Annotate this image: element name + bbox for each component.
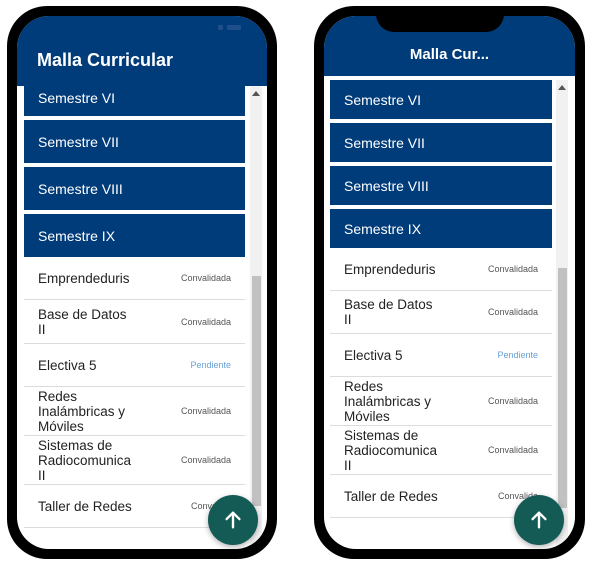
semester-header[interactable]: Semestre VIII — [330, 166, 552, 205]
semester-list: Semestre VI Semestre VII Semestre VIII S… — [24, 86, 245, 528]
scroll-up-icon[interactable] — [252, 91, 260, 96]
scroll-thumb[interactable] — [252, 276, 261, 506]
app-bar: Malla Curricular — [17, 16, 267, 86]
course-status: Convalidada — [180, 406, 231, 416]
semester-header[interactable]: Semestre VII — [330, 123, 552, 162]
semester-header[interactable]: Semestre VI — [24, 86, 245, 116]
course-name: Electiva 5 — [38, 357, 97, 373]
course-status: Pendiente — [190, 360, 231, 370]
course-row[interactable]: Electiva 5 Pendiente — [24, 344, 245, 387]
course-status: Convalidada — [487, 307, 538, 317]
page-title: Malla Cur... — [409, 46, 490, 63]
course-row[interactable]: Sistemas de Radiocomunica II Convalidada — [24, 436, 245, 485]
course-row[interactable]: Electiva 5 Pendiente — [330, 334, 552, 377]
course-name: Redes Inalámbricas y Móviles — [344, 378, 432, 424]
scrollbar[interactable] — [250, 86, 262, 549]
screen-right: Malla Cur... Semestre VI Semestre VII Se… — [324, 16, 575, 549]
arrow-up-icon — [225, 511, 241, 529]
course-name: Emprendeduris — [344, 261, 436, 277]
course-name: Emprendeduris — [38, 270, 130, 286]
course-status: Convalidada — [180, 455, 231, 465]
signal-icon — [218, 25, 223, 30]
battery-icon — [227, 25, 241, 30]
course-row[interactable]: Sistemas de Radiocomunica II Convalidada — [330, 426, 552, 475]
arrow-up-icon — [531, 511, 547, 529]
phone-frame-left: Malla Curricular Semestre VI Semestre VI… — [7, 6, 277, 559]
course-status: Convalidada — [180, 316, 231, 327]
course-name: Electiva 5 — [344, 347, 403, 363]
semester-list: Semestre VI Semestre VII Semestre VIII S… — [330, 80, 552, 518]
course-row[interactable]: Base de Datos II Convalidada — [24, 300, 245, 344]
course-row[interactable]: Redes Inalámbricas y Móviles Convalidada — [330, 377, 552, 426]
course-row[interactable]: Emprendeduris Convalidada — [24, 257, 245, 300]
course-name: Sistemas de Radiocomunica II — [38, 437, 132, 483]
course-name: Base de Datos II — [38, 306, 127, 337]
scroll-top-button[interactable] — [208, 495, 258, 545]
course-row[interactable]: Emprendeduris Convalidada — [330, 248, 552, 291]
scroll-thumb[interactable] — [558, 268, 567, 508]
phone-frame-right: Malla Cur... Semestre VI Semestre VII Se… — [314, 6, 585, 559]
course-name: Base de Datos II — [344, 297, 433, 327]
course-status: Convalidada — [487, 264, 538, 274]
course-status: Convalidada — [487, 396, 538, 406]
page-title: Malla Curricular — [37, 50, 174, 70]
course-status: Convalidada — [180, 273, 231, 283]
phone-notch — [376, 6, 504, 32]
semester-header[interactable]: Semestre VII — [24, 120, 245, 163]
course-status: Pendiente — [497, 350, 538, 360]
scroll-up-icon[interactable] — [558, 85, 566, 90]
course-row[interactable]: Base de Datos II Convalidada — [330, 291, 552, 334]
course-status: Convalidada — [487, 445, 538, 455]
course-row[interactable]: Redes Inalámbricas y Móviles Convalidada — [24, 387, 245, 436]
semester-header[interactable]: Semestre VI — [330, 80, 552, 119]
course-name: Taller de Redes — [38, 498, 132, 514]
scroll-top-button[interactable] — [514, 495, 564, 545]
semester-header[interactable]: Semestre IX — [24, 214, 245, 257]
screen-left: Malla Curricular Semestre VI Semestre VI… — [17, 16, 267, 549]
status-bar-icons — [218, 25, 241, 30]
course-name: Redes Inalámbricas y Móviles — [38, 388, 126, 434]
scrollbar[interactable] — [556, 80, 568, 549]
course-name: Sistemas de Radiocomunica II — [344, 427, 438, 473]
semester-header[interactable]: Semestre IX — [330, 209, 552, 248]
course-name: Taller de Redes — [344, 488, 438, 504]
semester-header[interactable]: Semestre VIII — [24, 167, 245, 210]
